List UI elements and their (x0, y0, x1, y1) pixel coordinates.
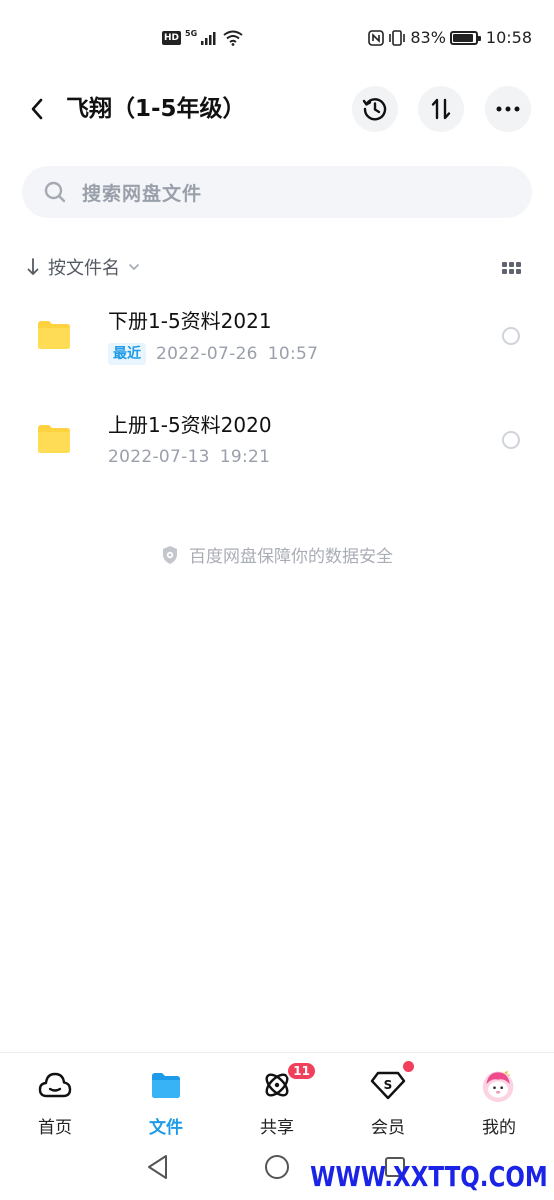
tab-vip[interactable]: S 会员 (348, 1061, 428, 1139)
tab-label: 会员 (371, 1118, 405, 1138)
grid-cell (509, 269, 514, 274)
battery-icon (449, 30, 481, 45)
grid-cell (516, 269, 521, 274)
nav-back-icon[interactable] (146, 1154, 170, 1180)
battery-level (452, 33, 473, 42)
bottom-tab-bar: 首页 文件 11 共享 S 会员 我的 (0, 1052, 554, 1140)
file-name: 下册1-5资料2021 (108, 309, 272, 333)
security-note: 百度网盘保障你的数据安全 (0, 542, 554, 567)
vip-diamond-icon: S (370, 1061, 414, 1103)
search-input[interactable]: 搜索网盘文件 (22, 166, 532, 218)
sort-down-arrow-icon (27, 258, 39, 275)
hd-badge: HD (162, 31, 182, 45)
folder-icon (38, 321, 70, 349)
tab-label: 首页 (38, 1118, 72, 1138)
file-time: 10:57 (267, 344, 319, 364)
status-time: 10:58 (485, 28, 532, 47)
grid-cell (516, 262, 521, 267)
list-item[interactable]: 上册1-5资料2020 2022-07-13 19:21 (0, 397, 554, 487)
select-checkbox[interactable] (502, 431, 520, 449)
list-item[interactable]: 下册1-5资料2021 最近 2022-07-26 10:57 (0, 293, 554, 383)
file-date: 2022-07-26 (156, 344, 258, 364)
network-type: 5G (185, 28, 198, 38)
grid-cell (502, 269, 507, 274)
sort-label: 按文件名 (48, 258, 120, 279)
file-meta: 2022-07-13 19:21 (108, 447, 270, 467)
watermark: WWW.XXTTQ.COM (310, 1160, 548, 1193)
grid-cell (509, 262, 514, 267)
status-left: HD 5G (162, 28, 243, 46)
file-meta: 最近 2022-07-26 10:57 (108, 343, 318, 365)
search-icon (42, 179, 68, 205)
svg-text:S: S (384, 1078, 393, 1092)
tab-me[interactable]: 我的 (459, 1067, 539, 1139)
header: 飞翔（1-5年级） (0, 84, 554, 134)
security-note-text: 百度网盘保障你的数据安全 (189, 547, 393, 567)
history-icon (362, 98, 387, 121)
system-nav-bar: WWW.XXTTQ.COM (0, 1140, 554, 1200)
orbit-share-icon: 11 (259, 1061, 317, 1103)
red-dot-badge (403, 1061, 414, 1072)
wifi-icon (223, 30, 243, 46)
file-date: 2022-07-13 (108, 447, 210, 467)
select-checkbox[interactable] (502, 327, 520, 345)
chevron-down-icon (129, 264, 139, 270)
more-button[interactable] (485, 86, 531, 132)
sort-selector[interactable]: 按文件名 (26, 252, 140, 282)
recent-badge: 最近 (108, 343, 146, 365)
status-right: 83% 10:58 (368, 28, 532, 47)
cloud-home-icon (37, 1067, 73, 1103)
notification-badge: 11 (286, 1061, 317, 1081)
transfer-sort-button[interactable] (418, 86, 464, 132)
tab-label: 我的 (482, 1118, 516, 1138)
history-button[interactable] (352, 86, 398, 132)
file-time: 19:21 (219, 447, 271, 467)
status-bar: HD 5G 83% 10:58 (0, 0, 554, 80)
tab-files[interactable]: 文件 (126, 1067, 206, 1139)
tab-label: 文件 (149, 1118, 183, 1138)
nfc-icon (368, 29, 385, 46)
page-title: 飞翔（1-5年级） (66, 96, 246, 122)
tab-share[interactable]: 11 共享 (237, 1061, 317, 1139)
grid-view-icon[interactable] (502, 262, 522, 276)
search-placeholder: 搜索网盘文件 (82, 182, 203, 205)
folder-icon (148, 1067, 184, 1103)
folder-icon (38, 425, 70, 453)
back-icon (31, 98, 43, 120)
tab-label: 共享 (260, 1118, 294, 1138)
back-button[interactable] (22, 92, 52, 126)
avatar-icon (481, 1067, 517, 1103)
nav-home-icon[interactable] (264, 1154, 290, 1180)
file-name: 上册1-5资料2020 (108, 413, 272, 437)
battery-percent: 83% (410, 28, 446, 47)
cellular-signal-icon (201, 32, 216, 45)
grid-cell (502, 262, 507, 267)
shield-icon (163, 545, 177, 564)
vibrate-icon (389, 29, 406, 46)
sort-icon (431, 98, 451, 120)
more-icon (496, 106, 520, 112)
tab-home[interactable]: 首页 (15, 1067, 95, 1139)
